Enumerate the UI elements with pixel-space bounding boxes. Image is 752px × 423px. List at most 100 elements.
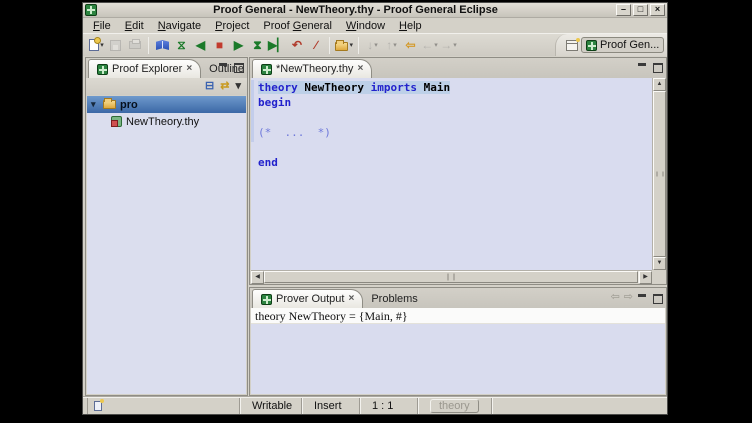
file-label: NewTheory.thy [126,116,199,128]
output-forward-icon[interactable]: ⇨ [624,292,633,303]
maximize-view-icon[interactable] [233,62,244,72]
proof-explorer-icon [97,64,108,75]
back-button[interactable]: ←▾ [420,35,439,55]
code-editor[interactable]: theory NewTheory imports Mainbegin (* ..… [251,78,652,270]
toggle-scripting-icon: ∕ [315,39,317,51]
tab-problems[interactable]: Problems [363,289,425,308]
scroll-up-icon[interactable]: ▲ [653,78,666,91]
chevron-down-icon[interactable]: ▾ [374,41,378,49]
scroll-left-icon[interactable]: ◀ [251,271,264,284]
tab-proof-explorer-label: Proof Explorer [112,63,182,75]
chevron-down-icon[interactable]: ▾ [100,41,104,49]
close-icon[interactable]: × [357,64,363,74]
run-button[interactable]: ↓▾ [363,35,382,55]
chevron-down-icon[interactable]: ▾ [453,41,457,49]
next-step-button[interactable]: ▶ [229,35,248,55]
close-icon[interactable]: × [186,64,192,74]
horizontal-scroll-thumb[interactable] [264,271,638,283]
last-edit-location-button[interactable]: ⇦ [401,35,420,55]
maximize-window-button[interactable]: □ [633,4,648,16]
menu-item-file[interactable]: File [86,20,118,32]
restart-script-button[interactable]: ⧖ [172,35,191,55]
minimize-view-icon[interactable] [637,293,648,303]
status-insert-mode: Insert [301,398,359,414]
perspective-button[interactable]: Proof Gen... [581,37,664,53]
undo-step-button[interactable]: ◀ [191,35,210,55]
maximize-view-icon[interactable] [652,62,663,72]
status-prover-state-cell: theory [417,398,491,414]
toggle-scripting-button[interactable]: ∕ [306,35,325,55]
project-tree[interactable]: ▾ pro NewTheory.thy [87,96,246,394]
restart-script-icon: ⧖ [177,39,185,51]
open-perspective-icon[interactable] [566,40,578,51]
close-window-button[interactable]: × [650,4,665,16]
tree-row-project[interactable]: ▾ pro [87,96,246,113]
run-icon: ↓ [367,39,373,51]
maximize-view-icon[interactable] [652,293,663,303]
print-button[interactable] [125,35,144,55]
external-tools-button[interactable]: ↑▾ [382,35,401,55]
undo-all-button[interactable]: ↶ [287,35,306,55]
code-line [258,110,652,125]
scroll-right-icon[interactable]: ▶ [639,271,652,284]
view-menu-icon[interactable]: ▾ [235,81,241,92]
menu-item-project[interactable]: Project [208,20,256,32]
minimize-window-button[interactable]: – [616,4,631,16]
vertical-scroll-thumb[interactable] [653,91,666,257]
chevron-down-icon[interactable]: ▾ [393,41,397,49]
menu-bar: FileEditNavigateProjectProof GeneralWind… [83,18,667,33]
window-title: Proof General - NewTheory.thy - Proof Ge… [97,4,614,16]
chevron-down-icon[interactable]: ▾ [434,41,438,49]
tab-prover-output-label: Prover Output [276,293,344,305]
scroll-down-icon[interactable]: ▼ [653,257,666,270]
minimize-view-icon[interactable] [218,62,229,72]
editor-trim-icon[interactable] [94,401,102,411]
status-caret-position: 1 : 1 [359,398,417,414]
status-bar: Writable Insert 1 : 1 theory [83,397,667,414]
proof-general-perspective-icon [586,40,597,51]
menu-item-proof-general[interactable]: Proof General [256,20,339,32]
save-icon [110,40,121,51]
open-definition-icon [156,40,169,50]
menu-item-help[interactable]: Help [392,20,429,32]
tab-newtheory-editor[interactable]: *NewTheory.thy × [252,59,372,78]
editor-panel: *NewTheory.thy × theory NewTheory import… [249,57,667,285]
minimize-view-icon[interactable] [637,62,648,72]
interrupt-button[interactable]: ■ [210,35,229,55]
tab-proof-explorer[interactable]: Proof Explorer × [88,59,201,78]
new-wizard-button[interactable]: ▾ [87,35,106,55]
prover-output-content: theory NewTheory = {Main, #} [251,308,665,394]
menu-item-edit[interactable]: Edit [118,20,151,32]
code-line: (* ... *) [258,125,652,140]
menu-item-window[interactable]: Window [339,20,392,32]
open-definition-button[interactable] [153,35,172,55]
tree-row-file[interactable]: NewTheory.thy [87,113,246,130]
code-line: theory NewTheory imports Main [258,80,652,95]
toolbar-groups: ▾⧖◀■▶⧗▶▏↶∕▾↓▾↑▾⇦←▾→▾ [87,35,458,55]
toolbar-separator [329,37,330,54]
tab-prover-output[interactable]: Prover Output × [252,289,363,308]
chevron-down-icon[interactable]: ▾ [349,41,353,49]
back-icon: ← [421,39,433,51]
editor-vertical-scrollbar[interactable]: ▲ ▼ [652,78,665,270]
menu-item-navigate[interactable]: Navigate [151,20,208,32]
toolbar-separator [148,37,149,54]
goto-command-button[interactable]: ⧗ [248,35,267,55]
print-icon [129,41,141,49]
save-button[interactable] [106,35,125,55]
prover-output-icon [261,294,272,305]
output-corner-buttons: ⇦ ⇨ [611,292,663,303]
close-icon[interactable]: × [348,294,354,304]
process-to-end-button[interactable]: ▶▏ [267,35,287,55]
next-step-icon: ▶ [234,39,243,51]
editor-horizontal-scrollbar[interactable]: ◀ ▶ [251,270,652,283]
perspective-switcher: Proof Gen... [555,34,667,56]
collapse-all-icon[interactable]: ⊟ [205,81,214,92]
link-with-editor-icon[interactable]: ⇄ [220,81,229,92]
prover-state-button[interactable]: theory [430,399,479,413]
output-back-icon[interactable]: ⇦ [611,292,620,303]
chevron-down-icon[interactable]: ▾ [91,100,99,109]
code-lines: theory NewTheory imports Mainbegin (* ..… [251,78,652,170]
forward-button[interactable]: →▾ [439,35,458,55]
open-task-button[interactable]: ▾ [334,35,354,55]
